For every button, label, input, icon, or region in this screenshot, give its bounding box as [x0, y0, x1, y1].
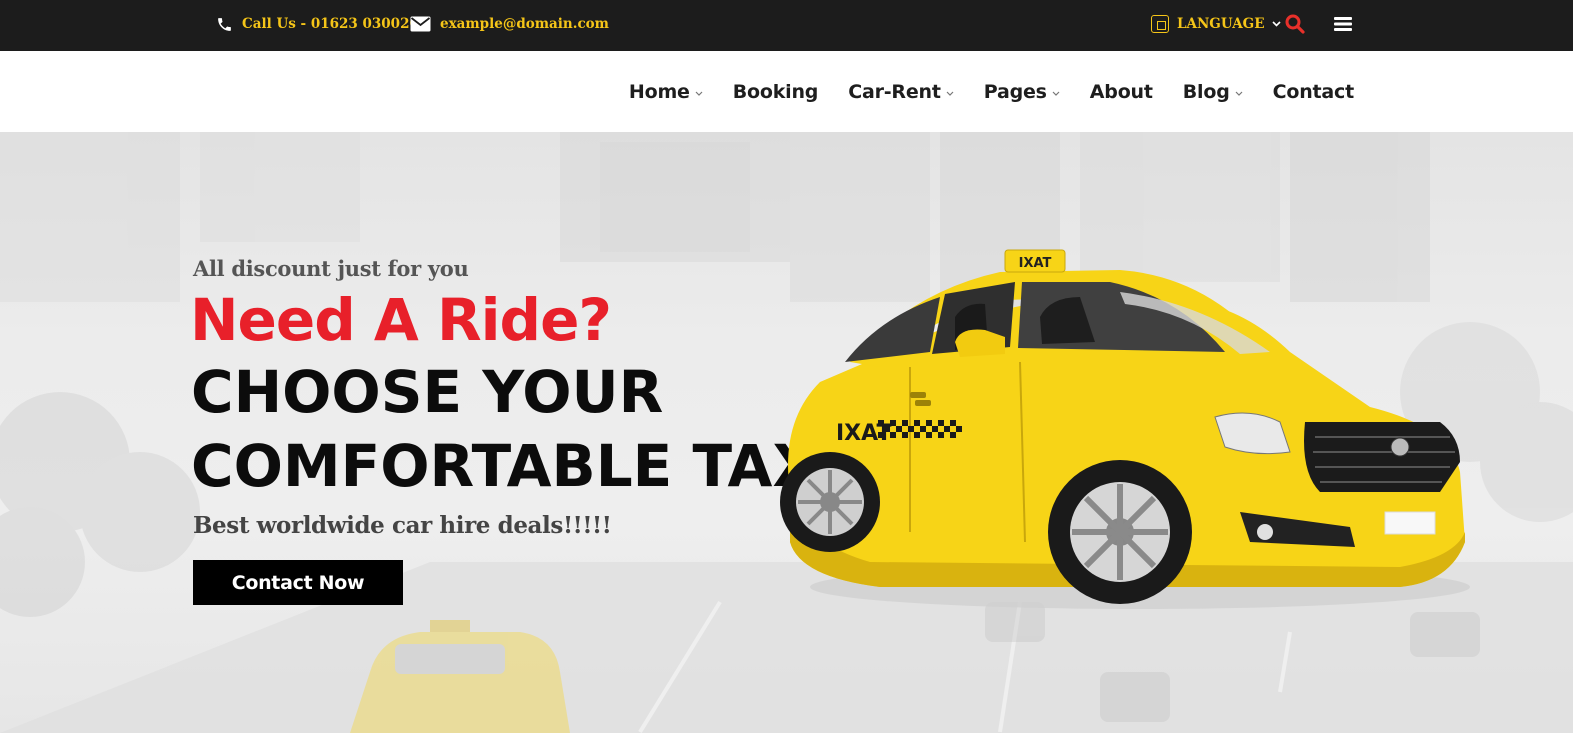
taxi-sign-text: IXAT: [1019, 256, 1052, 271]
hero-subtitle: All discount just for you: [193, 256, 469, 281]
nav-item-home[interactable]: Home: [629, 81, 703, 103]
envelope-icon: [410, 16, 431, 32]
nav-item-car-rent[interactable]: Car-Rent: [848, 81, 954, 103]
nav-item-label: Booking: [732, 80, 819, 103]
chevron-down-icon: [1271, 21, 1281, 27]
nav-item-label: Contact: [1272, 80, 1355, 103]
main-navbar: Home Booking Car-Rent Pages About Blog C…: [0, 51, 1573, 132]
nav-item-about[interactable]: About: [1090, 81, 1153, 103]
contact-now-button[interactable]: Contact Now: [193, 560, 403, 605]
email-label: example@domain.com: [440, 16, 609, 32]
phone-label: Call Us - 01623 030020: [242, 16, 419, 32]
chevron-down-icon: [695, 91, 703, 96]
nav-item-booking[interactable]: Booking: [732, 80, 819, 103]
hero-title: Need A Ride?: [190, 286, 612, 354]
nav-item-label: Home: [628, 80, 690, 103]
nav-item-contact[interactable]: Contact: [1272, 80, 1355, 103]
taxi-car-image: IXAT IXAT: [780, 249, 1470, 609]
translate-icon: [1151, 15, 1169, 33]
nav-item-pages[interactable]: Pages: [984, 81, 1060, 103]
search-button[interactable]: [1285, 0, 1305, 48]
email-contact[interactable]: example@domain.com: [410, 0, 609, 48]
language-selector[interactable]: LANGUAGE: [1151, 0, 1281, 48]
nav-item-blog[interactable]: Blog: [1183, 81, 1243, 103]
hero-tagline: Best worldwide car hire deals!!!!!: [193, 512, 612, 539]
phone-icon: [218, 17, 231, 31]
nav-item-label: About: [1089, 80, 1153, 103]
hero-headline-line1: CHOOSE YOUR: [191, 358, 664, 426]
chevron-down-icon: [946, 91, 954, 96]
language-label: LANGUAGE: [1177, 16, 1265, 32]
chevron-down-icon: [1052, 91, 1060, 96]
menu-button[interactable]: [1334, 0, 1352, 48]
hamburger-menu-icon: [1334, 17, 1352, 31]
nav-item-label: Pages: [983, 80, 1047, 103]
main-nav: Home Booking Car-Rent Pages About Blog C…: [599, 51, 1354, 132]
search-icon: [1285, 14, 1305, 34]
top-bar: Call Us - 01623 030020 example@domain.co…: [0, 0, 1573, 51]
nav-item-label: Blog: [1182, 80, 1230, 103]
chevron-down-icon: [1235, 91, 1243, 96]
nav-item-label: Car-Rent: [848, 80, 941, 103]
phone-contact[interactable]: Call Us - 01623 030020: [216, 0, 419, 48]
hero-banner: All discount just for you Need A Ride? C…: [0, 132, 1573, 733]
hero-headline-line2: COMFORTABLE TAXI: [191, 432, 839, 500]
